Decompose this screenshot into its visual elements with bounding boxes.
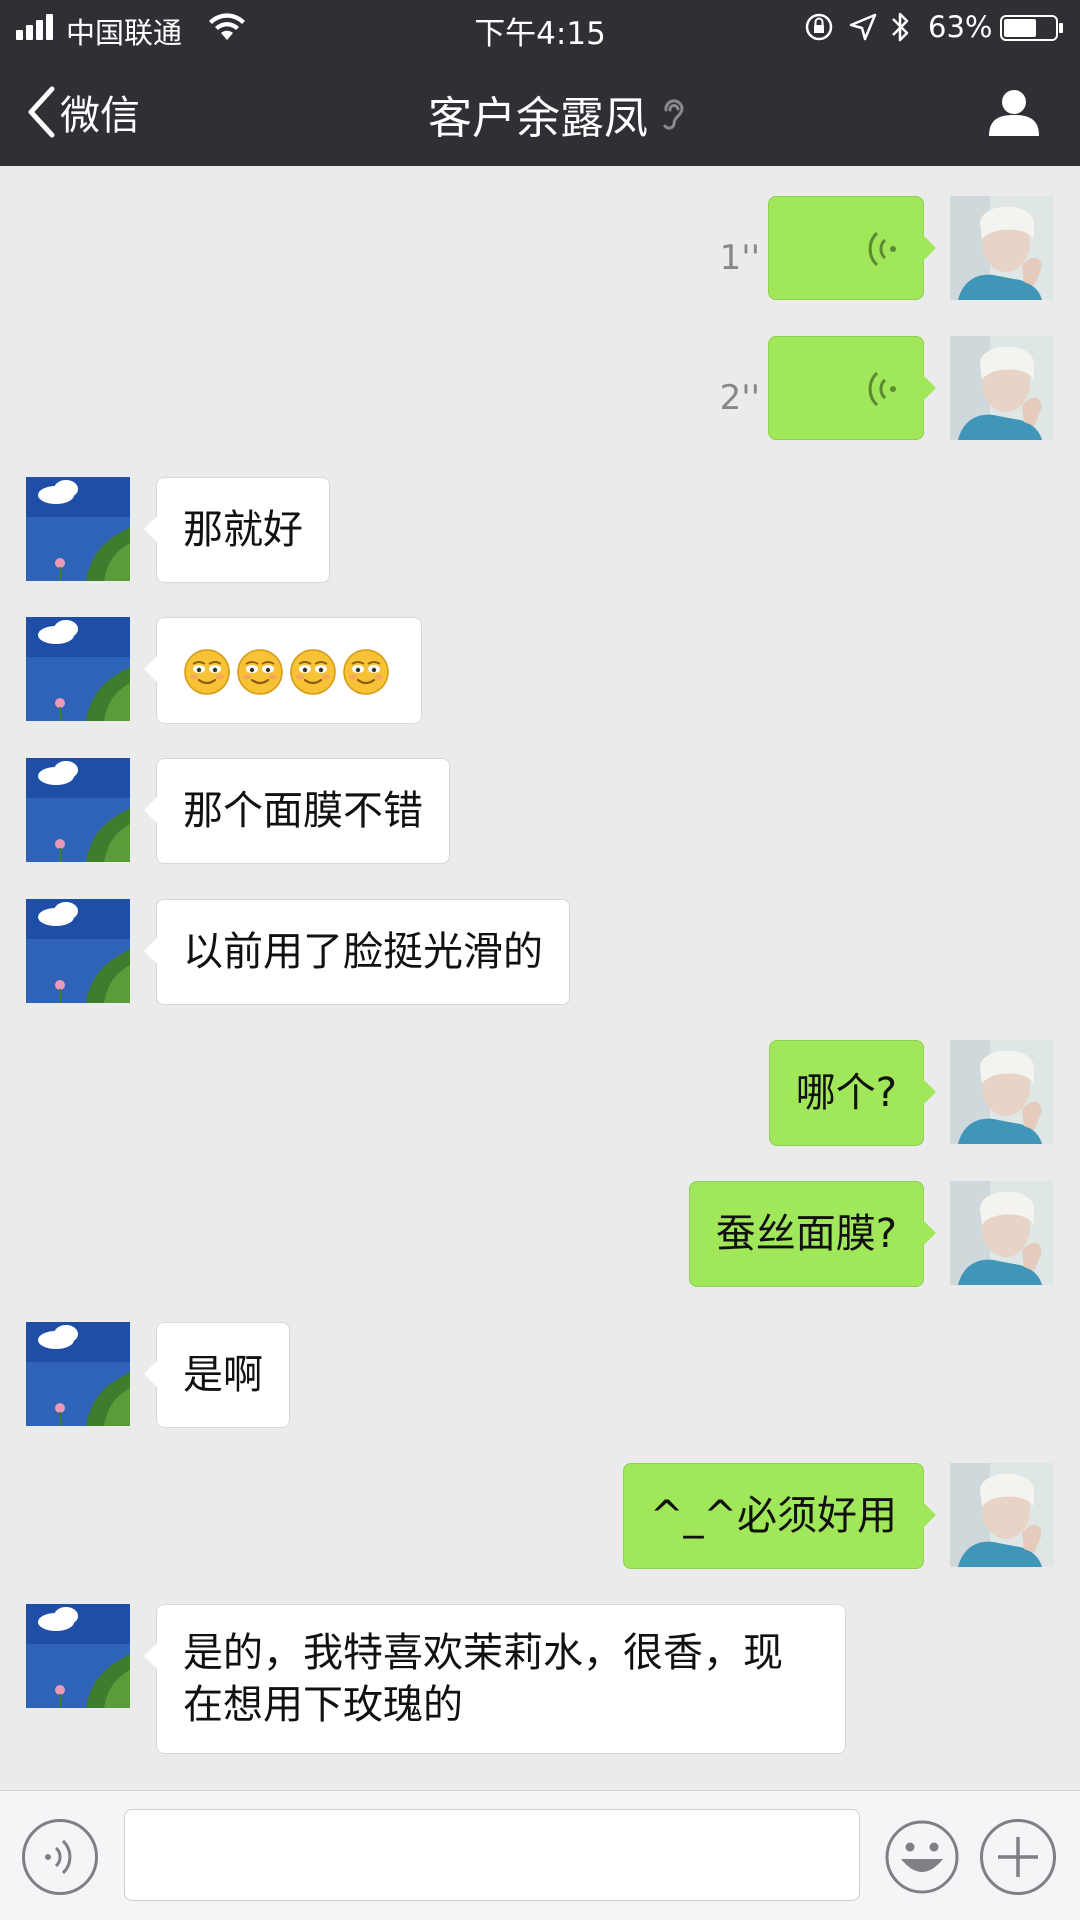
my-avatar[interactable] xyxy=(950,1181,1054,1285)
smiling-face-emoji xyxy=(184,649,230,695)
chat-title: 客户余露凤 xyxy=(0,82,1080,146)
my-avatar[interactable] xyxy=(950,196,1054,300)
voice-input-button[interactable] xyxy=(22,1819,98,1895)
voice-wave-icon xyxy=(868,371,896,407)
nav-bar: 微信 客户余露凤 xyxy=(0,56,1080,166)
contact-avatar[interactable] xyxy=(26,477,130,581)
text-message-bubble[interactable]: 那个面膜不错 xyxy=(144,758,450,864)
earpiece-mode-icon xyxy=(663,99,684,130)
emoji-message-bubble[interactable] xyxy=(144,617,422,724)
chat-area[interactable]: 1'' 2'' 那就好 那个面膜不错 以前用了脸挺光滑的 哪个? 蚕丝面膜? 是… xyxy=(0,166,1080,1790)
text-message-bubble[interactable]: 蚕丝面膜? xyxy=(688,1181,937,1287)
smiling-face-emoji xyxy=(237,649,283,695)
voice-input-icon xyxy=(45,1839,72,1875)
text-message-bubble[interactable]: 那就好 xyxy=(144,477,330,583)
my-avatar[interactable] xyxy=(950,336,1054,440)
rotation-lock-icon xyxy=(805,13,833,41)
voice-wave-icon xyxy=(868,231,896,267)
my-avatar[interactable] xyxy=(950,1463,1054,1567)
my-avatar[interactable] xyxy=(950,1040,1054,1144)
plus-icon xyxy=(998,1837,1038,1877)
header: 中国联通 下午4:15 63% 微信 客户余露凤 xyxy=(0,0,1080,166)
smiling-face-emoji xyxy=(343,649,389,695)
text-message-bubble[interactable]: 以前用了脸挺光滑的 xyxy=(144,899,570,1005)
contact-avatar[interactable] xyxy=(26,1322,130,1426)
voice-message-bubble[interactable] xyxy=(768,196,936,300)
text-message-bubble[interactable]: 是啊 xyxy=(144,1322,290,1428)
input-bar xyxy=(0,1790,1080,1920)
text-message-bubble[interactable]: 是的，我特喜欢茉莉水，很香，现在想用下玫瑰的 xyxy=(144,1604,846,1754)
profile-icon[interactable] xyxy=(986,84,1042,140)
contact-avatar[interactable] xyxy=(26,617,130,721)
battery-icon xyxy=(1000,15,1063,41)
text-message-bubble[interactable]: 哪个? xyxy=(768,1040,937,1146)
status-bar: 中国联通 下午4:15 63% xyxy=(0,0,1080,56)
battery-percent: 63% xyxy=(928,10,993,44)
voice-duration: 2'' xyxy=(719,378,760,418)
message-input[interactable] xyxy=(124,1809,860,1901)
contact-avatar[interactable] xyxy=(26,758,130,862)
smiling-face-emoji xyxy=(290,649,336,695)
contact-avatar[interactable] xyxy=(26,1604,130,1708)
more-button[interactable] xyxy=(980,1819,1056,1895)
location-icon xyxy=(849,13,877,41)
status-time: 下午4:15 xyxy=(474,16,606,52)
chat-title-text: 客户余露凤 xyxy=(428,93,648,144)
text-message-bubble[interactable]: ^_^必须好用 xyxy=(622,1463,937,1569)
voice-duration: 1'' xyxy=(719,238,760,278)
emoji-button[interactable] xyxy=(884,1819,960,1895)
voice-message-bubble[interactable] xyxy=(768,336,936,440)
contact-avatar[interactable] xyxy=(26,899,130,1003)
bluetooth-icon xyxy=(892,12,909,42)
